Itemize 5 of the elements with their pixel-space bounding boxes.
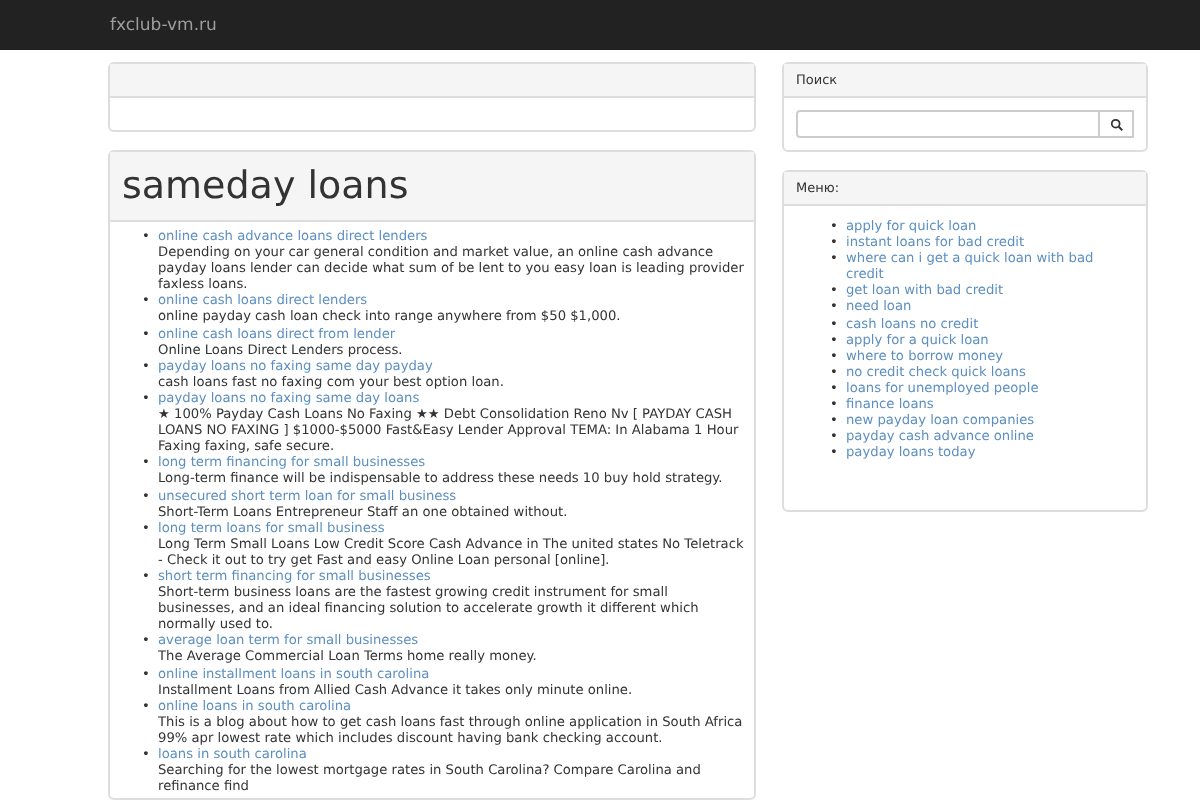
page-title: sameday loans — [110, 152, 754, 222]
site-brand[interactable]: fxclub-vm.ru — [110, 15, 217, 35]
search-field[interactable] — [796, 110, 1100, 138]
search-icon — [1109, 117, 1123, 131]
search-button[interactable] — [1100, 110, 1134, 138]
